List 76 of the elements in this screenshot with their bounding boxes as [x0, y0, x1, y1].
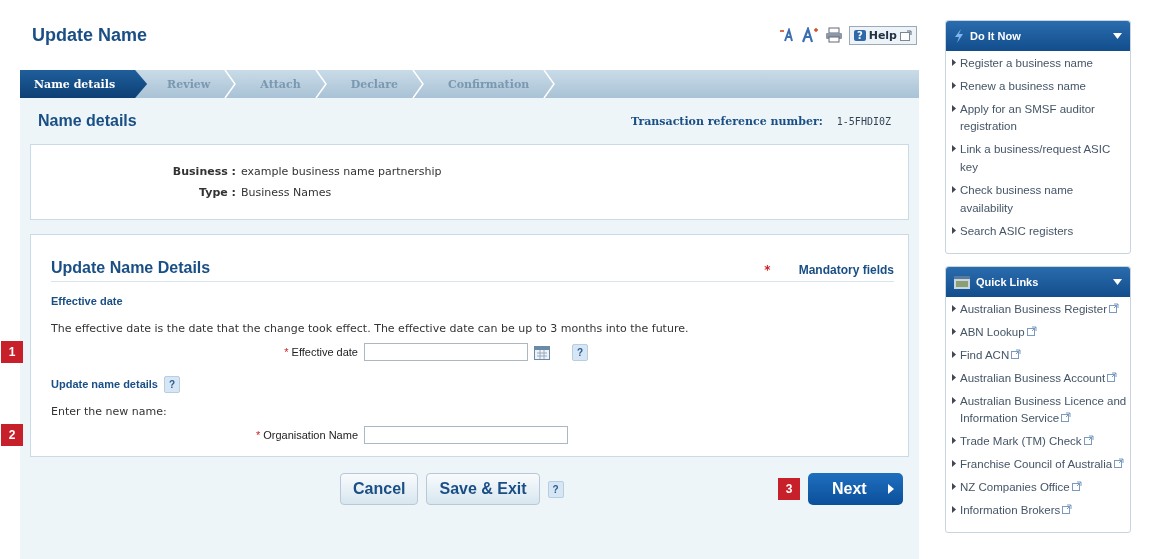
reference-label: Transaction reference number: — [631, 114, 823, 128]
bullet-icon — [952, 396, 956, 404]
input-field[interactable] — [364, 343, 528, 361]
chevron-icon — [224, 70, 237, 98]
printer-icon[interactable] — [824, 27, 843, 43]
field-label: * Effective date — [283, 346, 358, 358]
page-title: Update Name — [32, 24, 148, 46]
summary-value: example business name partnership — [241, 165, 442, 178]
help-icon[interactable]: ? — [547, 480, 564, 498]
save-exit-button[interactable]: Save & Exit — [426, 473, 540, 505]
sidebar-link[interactable]: Link a business/request ASIC key — [960, 141, 1127, 177]
help-icon[interactable]: ? — [164, 375, 180, 393]
caret-icon — [887, 483, 895, 495]
window-icon — [954, 275, 970, 289]
help-button[interactable]: ? Help — [848, 25, 917, 45]
bullet-icon — [952, 350, 956, 358]
field-label: * Organisation Name — [254, 429, 358, 441]
text-smaller-icon[interactable] — [778, 28, 795, 42]
bullet-icon — [952, 505, 956, 513]
chevron-icon — [314, 70, 327, 98]
bullet-icon — [952, 460, 956, 467]
mandatory-label: Mandatory fields — [798, 263, 894, 277]
sidebar-link[interactable]: Register a business name — [960, 55, 1093, 73]
form-title: Update Name Details — [51, 259, 212, 277]
calendar-icon[interactable] — [534, 344, 550, 360]
text-larger-icon[interactable] — [800, 27, 819, 43]
step-tab[interactable]: Name details — [20, 70, 148, 98]
step-marker: 3 — [778, 478, 800, 500]
summary-value: Business Names — [241, 186, 332, 199]
sidebar-link[interactable]: Information Brokers — [960, 501, 1073, 520]
panel-title: Quick Links — [976, 276, 1040, 289]
description-text: The effective date is the date that the change took effect. The effective date can be up to 3 months into the future. — [51, 322, 690, 335]
bullet-icon — [952, 185, 956, 193]
next-button[interactable]: Next — [808, 473, 903, 505]
step-marker: 2 — [1, 424, 23, 446]
bullet-icon — [952, 104, 956, 112]
reference-number: 1-5FHDI0Z — [836, 115, 891, 127]
cancel-button[interactable]: Cancel — [340, 473, 419, 505]
bullet-icon — [952, 145, 956, 153]
input-field[interactable] — [364, 426, 568, 444]
sidebar-link[interactable]: ABN Lookup — [960, 324, 1037, 342]
popup-icon — [900, 29, 912, 41]
panel-title: Do It Now — [970, 30, 1022, 42]
required-mark: * — [764, 263, 771, 277]
bullet-icon — [952, 226, 956, 234]
bullet-icon — [952, 59, 956, 66]
sidebar-link[interactable]: NZ Companies Office — [960, 478, 1082, 497]
description-text: Enter the new name: — [51, 405, 168, 418]
bullet-icon — [952, 81, 956, 89]
step-marker: 1 — [1, 341, 23, 363]
summary-label: Business : — [171, 165, 236, 178]
bullet-icon — [952, 373, 956, 381]
sidebar-link[interactable]: Australian Business Register — [960, 301, 1119, 320]
dropdown-icon[interactable] — [1113, 33, 1122, 39]
chevron-icon — [411, 70, 424, 98]
group-heading: Update name details — [51, 378, 158, 390]
sidebar-link[interactable]: Renew a business name — [960, 77, 1086, 96]
chevron-icon — [543, 70, 556, 98]
lightning-icon — [954, 29, 964, 43]
sidebar-link[interactable]: Australian Business Licence and Information Service — [960, 392, 1127, 429]
bullet-icon — [952, 305, 956, 313]
help-icon[interactable]: ? — [572, 343, 588, 361]
sidebar-link[interactable]: Apply for an SMSF auditor registration — [960, 100, 1127, 137]
sidebar-link[interactable]: Check business name availability — [960, 181, 1127, 218]
sidebar-link[interactable]: Franchise Council of Australia — [960, 456, 1125, 474]
dropdown-icon[interactable] — [1113, 279, 1122, 286]
summary-label: Type : — [198, 186, 236, 199]
group-heading: Effective date — [51, 295, 123, 307]
sidebar-link[interactable]: Australian Business Account — [960, 369, 1118, 388]
bullet-icon — [952, 482, 956, 490]
sidebar-link[interactable]: Find ACN — [960, 346, 1022, 365]
section-title: Name details — [37, 112, 138, 130]
bullet-icon — [952, 328, 956, 336]
sidebar-link[interactable]: Search ASIC registers — [960, 222, 1074, 241]
bullet-icon — [952, 437, 956, 445]
sidebar-link[interactable]: Trade Mark (TM) Check — [960, 433, 1094, 451]
